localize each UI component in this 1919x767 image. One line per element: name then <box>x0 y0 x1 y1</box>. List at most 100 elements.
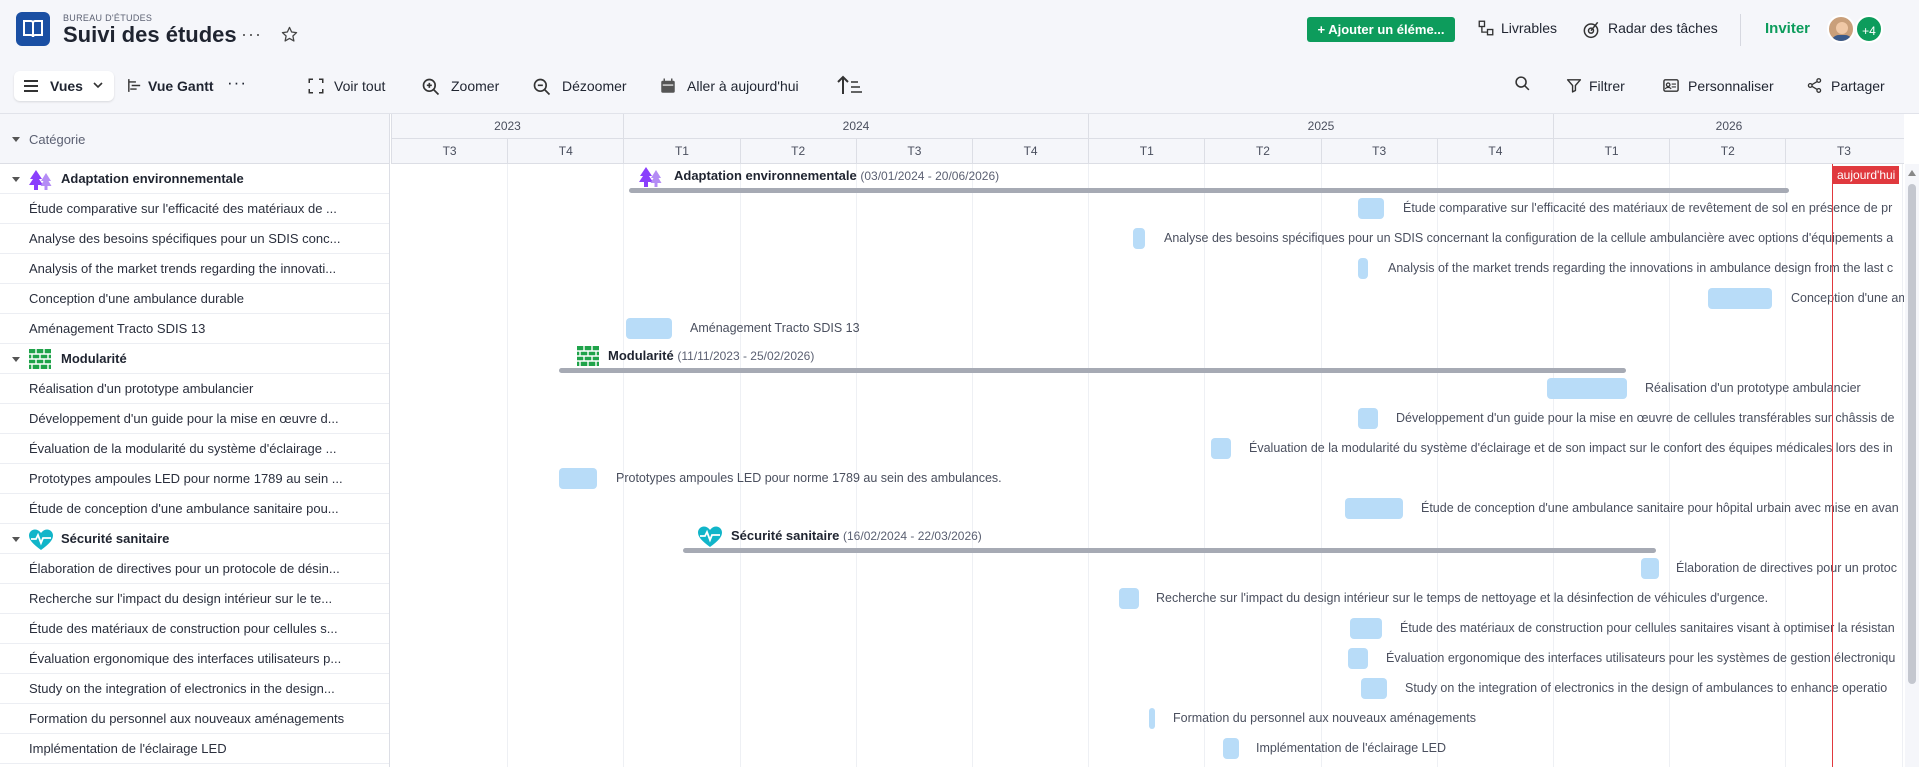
quarter-gridline <box>1436 164 1438 767</box>
task-bar[interactable] <box>1133 228 1145 249</box>
task-name: Prototypes ampoules LED pour norme 1789 … <box>29 471 343 486</box>
task-row[interactable]: Conception d'une ambulance durable <box>0 284 389 314</box>
app-logo[interactable] <box>16 12 50 46</box>
group-date-range: (16/02/2024 - 22/03/2026) <box>843 529 982 543</box>
task-bar-label: Analyse des besoins spécifiques pour un … <box>1164 231 1894 245</box>
extra-members-badge[interactable]: +4 <box>1855 15 1883 43</box>
task-bar[interactable] <box>559 468 597 489</box>
task-bar[interactable] <box>1708 288 1772 309</box>
task-row[interactable]: Implémentation de l'éclairage LED <box>0 734 389 764</box>
task-bar[interactable] <box>1358 198 1384 219</box>
task-row[interactable]: Développement d'un guide pour la mise en… <box>0 404 389 434</box>
task-row[interactable]: Recherche sur l'impact du design intérie… <box>0 584 389 614</box>
group-summary-bar[interactable] <box>559 368 1626 373</box>
chevron-down-icon <box>93 82 103 89</box>
filter-label: Filtrer <box>1589 78 1625 94</box>
task-row[interactable]: Étude des matériaux de construction pour… <box>0 614 389 644</box>
task-bar[interactable] <box>1223 738 1239 759</box>
add-item-button[interactable]: + Ajouter un éléme... <box>1307 17 1455 42</box>
view-more-menu[interactable]: ··· <box>227 73 247 93</box>
hierarchy-icon <box>1478 20 1494 36</box>
task-bar[interactable] <box>1119 588 1139 609</box>
task-row[interactable]: Étude comparative sur l'efficacité des m… <box>0 194 389 224</box>
collapse-caret-icon[interactable] <box>12 537 20 542</box>
star-icon[interactable] <box>281 26 298 43</box>
collapse-caret-icon[interactable] <box>12 357 20 362</box>
group-row[interactable]: Sécurité sanitaire <box>0 524 389 554</box>
group-summary-label[interactable]: Sécurité sanitaire (16/02/2024 - 22/03/2… <box>731 528 982 543</box>
scrollbar-thumb[interactable] <box>1908 184 1916 684</box>
task-bar-label: Étude de conception d'une ambulance sani… <box>1421 501 1899 515</box>
app-header: BUREAU D'ÉTUDES Suivi des études ··· + A… <box>0 0 1919 58</box>
task-name: Étude de conception d'une ambulance sani… <box>29 501 339 516</box>
task-bar[interactable] <box>1358 258 1368 279</box>
group-summary-label[interactable]: Modularité (11/11/2023 - 25/02/2026) <box>608 348 814 363</box>
quarter-gridline <box>739 164 741 767</box>
task-bar-label: Évaluation ergonomique des interfaces ut… <box>1386 651 1896 665</box>
task-bar[interactable] <box>1547 378 1627 399</box>
views-dropdown[interactable]: Vues <box>14 71 114 101</box>
brick-wall-icon <box>577 346 599 369</box>
task-bar[interactable] <box>1149 708 1155 729</box>
task-row[interactable]: Analyse des besoins spécifiques pour un … <box>0 224 389 254</box>
task-bar-label: Analysis of the market trends regarding … <box>1388 261 1894 275</box>
fit-screen-icon <box>308 78 324 94</box>
task-bar-label: Évaluation de la modularité du système d… <box>1249 441 1893 455</box>
quarter-header: T3 <box>1785 139 1901 164</box>
toolbar: Vues Vue Gantt ··· Voir tout Zoomer Dézo… <box>0 58 1919 114</box>
task-row[interactable]: Analysis of the market trends regarding … <box>0 254 389 284</box>
vertical-scrollbar[interactable] <box>1905 164 1919 767</box>
task-bar[interactable] <box>1345 498 1403 519</box>
category-column-header[interactable]: Catégorie <box>0 114 390 164</box>
quarter-header: T2 <box>1669 139 1785 164</box>
collapse-caret-icon[interactable] <box>12 177 20 182</box>
board-more-menu[interactable]: ··· <box>241 24 262 45</box>
task-row[interactable]: Prototypes ampoules LED pour norme 1789 … <box>0 464 389 494</box>
gantt-timeline: Adaptation environnementale (03/01/2024 … <box>391 164 1904 767</box>
task-bar[interactable] <box>1211 438 1231 459</box>
task-name: Analysis of the market trends regarding … <box>29 261 337 276</box>
task-name: Aménagement Tracto SDIS 13 <box>29 321 206 336</box>
group-summary-label[interactable]: Adaptation environnementale (03/01/2024 … <box>674 168 999 183</box>
scroll-up-arrow-icon[interactable] <box>1908 170 1916 176</box>
task-row[interactable]: Formation du personnel aux nouveaux amén… <box>0 704 389 734</box>
timeline-header: 2023 2024 2025 2026 T3 T4 T1 T2 T3 T4 T1 T2 T3 T4 T1 T2… <box>391 114 1904 164</box>
task-bar-label: Study on the integration of electronics … <box>1405 681 1888 695</box>
task-row[interactable]: Élaboration de directives pour un protoc… <box>0 554 389 584</box>
search-icon[interactable] <box>1514 75 1531 92</box>
avatar[interactable] <box>1827 15 1855 43</box>
gantt-view-label: Vue Gantt <box>148 78 214 94</box>
quarter-header: T3 <box>391 139 507 164</box>
group-row[interactable]: Modularité <box>0 344 389 374</box>
task-bar[interactable] <box>626 318 672 339</box>
group-summary-bar[interactable] <box>629 188 1789 193</box>
task-row[interactable]: Réalisation d'un prototype ambulancier <box>0 374 389 404</box>
task-name: Recherche sur l'impact du design intérie… <box>29 591 333 606</box>
task-bar[interactable] <box>1641 558 1659 579</box>
page-title[interactable]: Suivi des études <box>63 22 237 48</box>
year-header: 2023 <box>391 114 623 139</box>
task-name: Élaboration de directives pour un protoc… <box>29 561 340 576</box>
sort-icon[interactable] <box>837 74 863 96</box>
zoom-out-label: Dézoomer <box>562 78 627 94</box>
task-bar[interactable] <box>1361 678 1387 699</box>
task-row[interactable]: Évaluation de la modularité du système d… <box>0 434 389 464</box>
quarter-gridline <box>1204 164 1206 767</box>
task-bar[interactable] <box>1350 618 1382 639</box>
task-name: Implémentation de l'éclairage LED <box>29 741 227 756</box>
book-icon <box>23 20 43 38</box>
views-label: Vues <box>50 78 83 94</box>
group-summary-bar[interactable] <box>683 548 1656 553</box>
task-bar[interactable] <box>1348 648 1368 669</box>
deliverables-label: Livrables <box>1501 20 1558 36</box>
task-bar-label: Réalisation d'un prototype ambulancier <box>1645 381 1861 395</box>
group-row[interactable]: Adaptation environnementale <box>0 164 389 194</box>
invite-button[interactable]: Inviter <box>1765 20 1810 37</box>
task-row[interactable]: Aménagement Tracto SDIS 13 <box>0 314 389 344</box>
quarter-gridline <box>1088 164 1090 767</box>
task-row[interactable]: Évaluation ergonomique des interfaces ut… <box>0 644 389 674</box>
task-row[interactable]: Study on the integration of electronics … <box>0 674 389 704</box>
task-row[interactable]: Étude de conception d'une ambulance sani… <box>0 494 389 524</box>
task-bar[interactable] <box>1358 408 1378 429</box>
collapse-all-caret-icon[interactable] <box>12 137 20 142</box>
